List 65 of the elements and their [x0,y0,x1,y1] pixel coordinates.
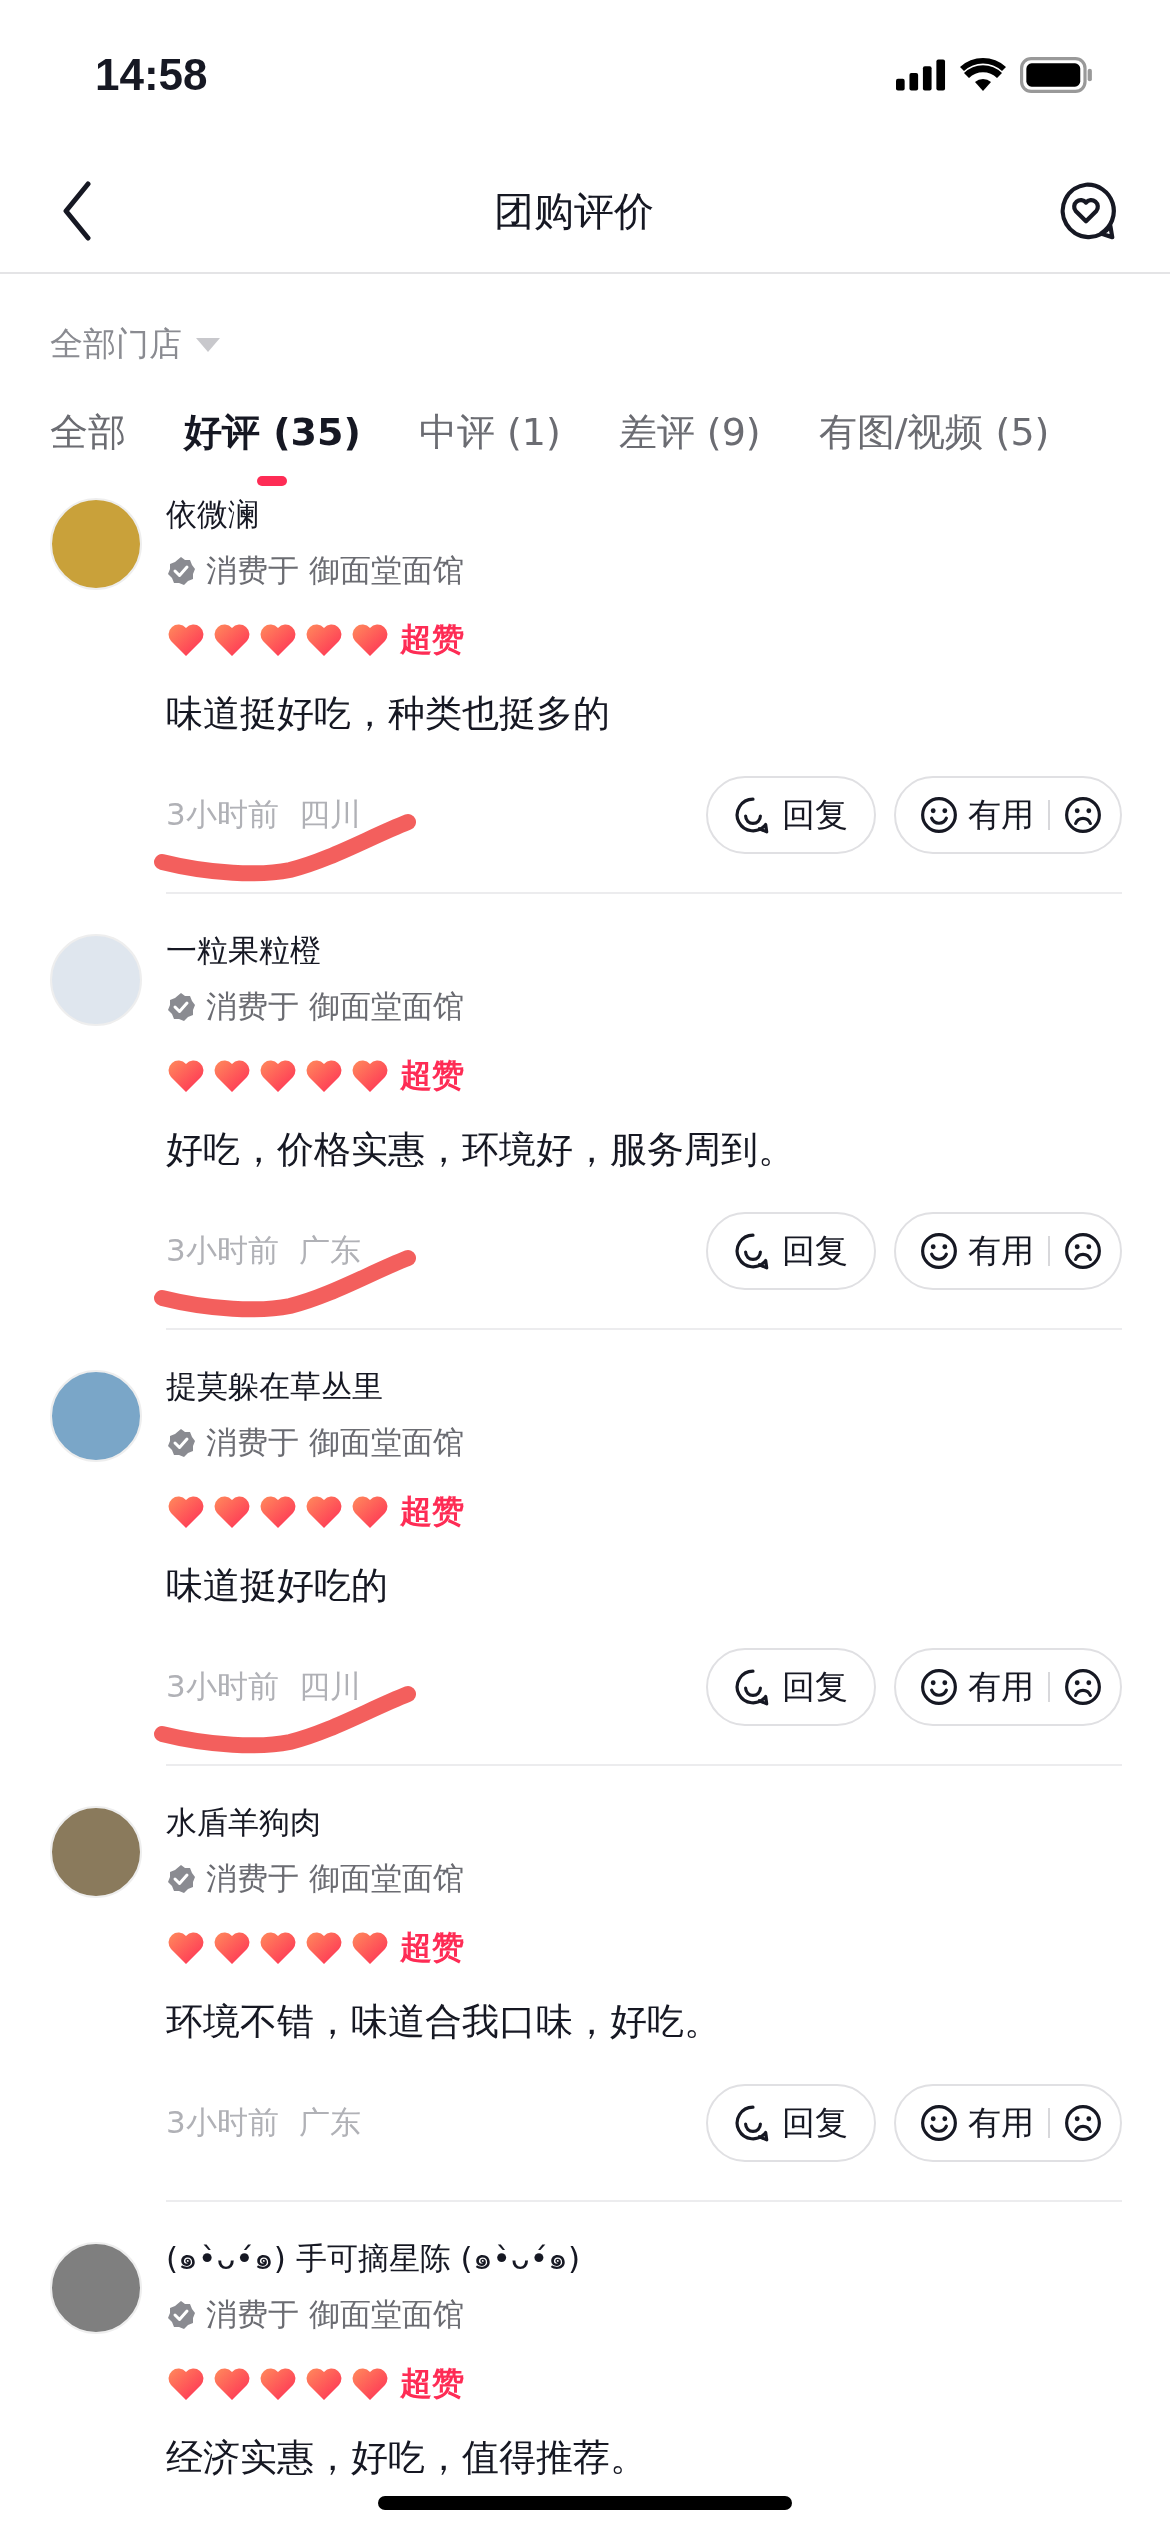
review-text: 好吃，价格实惠，环境好，服务周到。 [166,1127,796,1173]
rating-label: 超赞 [400,1491,464,1532]
review-location: 四川 [298,1667,361,1706]
review-time: 3小时前 [166,1231,279,1270]
review-time: 3小时前 [166,795,279,834]
rating-label: 超赞 [400,2363,464,2404]
filter-tab[interactable]: 全部 [50,407,126,486]
user-name[interactable]: 提莫躲在草丛里 [166,1366,1122,1406]
smiley-face-icon [920,2104,958,2142]
smiley-face-icon [920,796,958,834]
reply-button[interactable]: 回复 [706,2084,876,2162]
user-name[interactable]: (๑•̀ᴗ•́๑) 手可摘星陈 (๑•̀ᴗ•́๑) [166,2238,1122,2278]
filter-tab[interactable]: 差评 (9) [618,407,761,486]
review-location: 广东 [298,2103,361,2142]
status-time: 14:58 [95,50,208,100]
store-consumed-text: 消费于 御面堂面馆 [206,551,464,590]
store-consumed-text: 消费于 御面堂面馆 [206,987,464,1026]
filter-tab[interactable]: 有图/视频 (5) [818,407,1050,486]
review-location: 广东 [298,1231,361,1270]
not-useful-button[interactable] [1064,796,1102,834]
verified-check-icon [166,992,196,1022]
verified-check-icon [166,556,196,586]
user-name[interactable]: 水盾羊狗肉 [166,1802,1122,1842]
useful-button[interactable]: 有用 [920,2100,1034,2146]
user-name[interactable]: 一粒果粒橙 [166,930,1122,970]
useful-button[interactable]: 有用 [920,792,1034,838]
not-useful-button[interactable] [1064,1668,1102,1706]
dropdown-triangle-icon [196,337,220,352]
signal-icon [896,59,946,91]
review-time: 3小时前 [166,1667,279,1706]
user-name[interactable]: 依微澜 [166,494,1122,534]
frown-face-icon [1064,1668,1102,1706]
review-text: 环境不错，味道合我口味，好吃。 [166,1999,722,2045]
rating-label: 超赞 [400,1927,464,1968]
store-consumed-text: 消费于 御面堂面馆 [206,1859,464,1898]
store-consumed-text: 消费于 御面堂面馆 [206,1423,464,1462]
filter-tab[interactable]: 好评 (35) [184,407,361,486]
smiley-face-icon [920,1668,958,1706]
reply-button[interactable]: 回复 [706,1212,876,1290]
verified-check-icon [166,1864,196,1894]
page-title: 团购评价 [494,186,654,236]
frown-face-icon [1064,1232,1102,1270]
review-time: 3小时前 [166,2103,279,2142]
store-consumed-text: 消费于 御面堂面馆 [206,2295,464,2334]
chevron-left-icon [62,181,92,241]
frown-face-icon [1064,796,1102,834]
battery-icon [1020,57,1094,93]
useful-button[interactable]: 有用 [920,1228,1034,1274]
smiley-face-icon [920,1232,958,1270]
review-text: 经济实惠，好吃，值得推荐。 [166,2435,648,2481]
useful-button[interactable]: 有用 [920,1664,1034,1710]
verified-check-icon [166,1428,196,1458]
not-useful-button[interactable] [1064,2104,1102,2142]
reply-button[interactable]: 回复 [706,1648,876,1726]
wifi-icon [960,58,1006,92]
rating-label: 超赞 [400,1055,464,1096]
not-useful-button[interactable] [1064,1232,1102,1270]
rating-label: 超赞 [400,619,464,660]
frown-face-icon [1064,2104,1102,2142]
review-text: 味道挺好吃的 [166,1563,389,1609]
reply-button[interactable]: 回复 [706,776,876,854]
review-location: 四川 [298,795,361,834]
review-text: 味道挺好吃，种类也挺多的 [166,691,611,737]
verified-check-icon [166,2300,196,2330]
filter-tab[interactable]: 中评 (1) [418,407,561,486]
